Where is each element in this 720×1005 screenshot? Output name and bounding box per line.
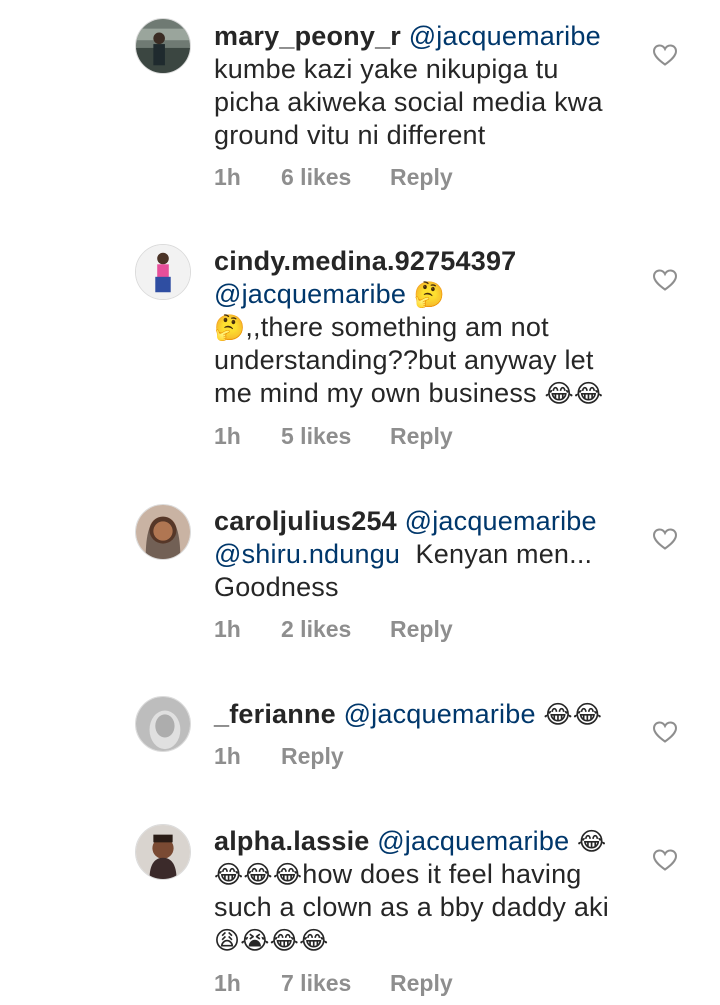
comment-time: 1h xyxy=(214,616,241,642)
emoji: 😂😂 xyxy=(544,379,604,408)
comment-time: 1h xyxy=(214,164,241,190)
reply-button[interactable]: Reply xyxy=(390,970,453,997)
likes-count[interactable]: 5 likes xyxy=(281,423,351,450)
comment-text: caroljulius254 @jacquemaribe @shiru.ndun… xyxy=(214,505,634,604)
comment-text: mary_peony_r @jacquemaribe kumbe kazi ya… xyxy=(214,20,634,152)
comment-line: such a clown as a bby daddy aki xyxy=(214,892,609,922)
comment-username[interactable]: caroljulius254 xyxy=(214,506,397,536)
comment-time: 1h xyxy=(214,743,241,769)
comment-line: ,,there something am not xyxy=(245,312,549,342)
comment-text: cindy.medina.92754397 @jacquemaribe 🤔 🤔,… xyxy=(214,245,634,410)
avatar[interactable] xyxy=(135,18,191,74)
comment-line: how does it feel having xyxy=(302,859,582,889)
comment-line: kumbe kazi yake nikupiga tu xyxy=(214,54,559,84)
comment-username[interactable]: mary_peony_r xyxy=(214,21,401,51)
comment-line: Goodness xyxy=(214,572,339,602)
mention-link[interactable]: @shiru.ndungu xyxy=(214,539,400,569)
comment-line: picha akiweka social media kwa xyxy=(214,87,603,117)
comment-text: alpha.lassie @jacquemaribe 😂 😂😂😂how does… xyxy=(214,825,634,957)
comment-line: me mind my own business xyxy=(214,378,537,408)
heart-outline-icon[interactable] xyxy=(652,848,678,872)
comment-line: understanding??but anyway let xyxy=(214,345,594,375)
mention-link[interactable]: @jacquemaribe xyxy=(409,21,601,51)
comment-time: 1h xyxy=(214,970,241,996)
mention-link[interactable]: @jacquemaribe xyxy=(405,506,597,536)
emoji: 😩😭😂😂 xyxy=(214,926,329,955)
emoji: 🤔 xyxy=(214,313,246,342)
mention-link[interactable]: @jacquemaribe xyxy=(214,279,406,309)
likes-count[interactable]: 2 likes xyxy=(281,616,351,643)
reply-button[interactable]: Reply xyxy=(390,164,453,191)
reply-button[interactable]: Reply xyxy=(390,616,453,643)
comment-time: 1h xyxy=(214,423,241,449)
comment-username[interactable]: _ferianne xyxy=(214,699,336,729)
avatar[interactable] xyxy=(135,244,191,300)
comment-text: _ferianne @jacquemaribe 😂😂 xyxy=(214,698,634,731)
comment-line: Kenyan men... xyxy=(415,539,593,569)
heart-outline-icon[interactable] xyxy=(652,720,678,744)
heart-outline-icon[interactable] xyxy=(652,268,678,292)
likes-count[interactable]: 7 likes xyxy=(281,970,351,997)
heart-outline-icon[interactable] xyxy=(652,43,678,67)
avatar[interactable] xyxy=(135,696,191,752)
comment-username[interactable]: cindy.medina.92754397 xyxy=(214,246,516,276)
likes-count[interactable]: 6 likes xyxy=(281,164,351,191)
emoji: 😂 xyxy=(577,827,607,856)
emoji: 🤔 xyxy=(413,280,446,309)
emoji: 😂😂 xyxy=(543,700,603,729)
reply-button[interactable]: Reply xyxy=(390,423,453,450)
comment-line: ground vitu ni different xyxy=(214,120,486,150)
heart-outline-icon[interactable] xyxy=(652,527,678,551)
avatar[interactable] xyxy=(135,504,191,560)
avatar[interactable] xyxy=(135,824,191,880)
emoji: 😂😂😂 xyxy=(214,860,303,889)
mention-link[interactable]: @jacquemaribe xyxy=(344,699,536,729)
comment-username[interactable]: alpha.lassie xyxy=(214,826,370,856)
mention-link[interactable]: @jacquemaribe xyxy=(377,826,569,856)
reply-button[interactable]: Reply xyxy=(281,743,344,770)
